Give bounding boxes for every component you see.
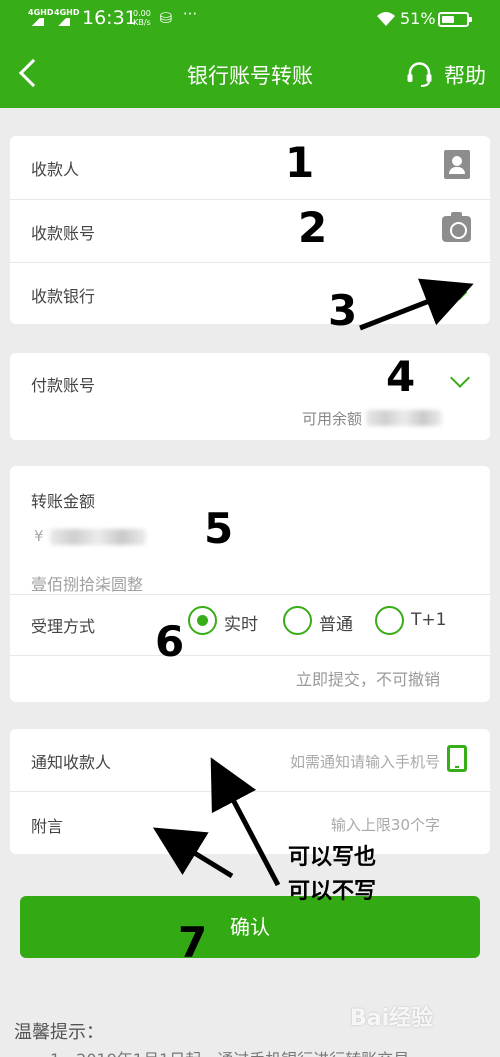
arrow-to-memo [152, 827, 234, 879]
annotation-note-line: 可以不写 [288, 879, 377, 904]
annotation-number: 3 [328, 286, 358, 335]
annotation-number: 6 [155, 617, 185, 666]
annotation-number: 1 [285, 138, 315, 187]
annotation-number: 2 [298, 203, 328, 252]
annotation-number: 5 [204, 504, 234, 553]
annotation-number: 7 [178, 918, 208, 967]
arrow-to-bank [359, 278, 474, 331]
annotation-number: 4 [386, 352, 416, 401]
annotation-arrows [152, 278, 474, 887]
annotation-note: 可以写也 可以不写 [288, 841, 376, 909]
annotation-note-line: 可以写也 [288, 845, 377, 870]
arrow-to-notify [210, 757, 281, 887]
